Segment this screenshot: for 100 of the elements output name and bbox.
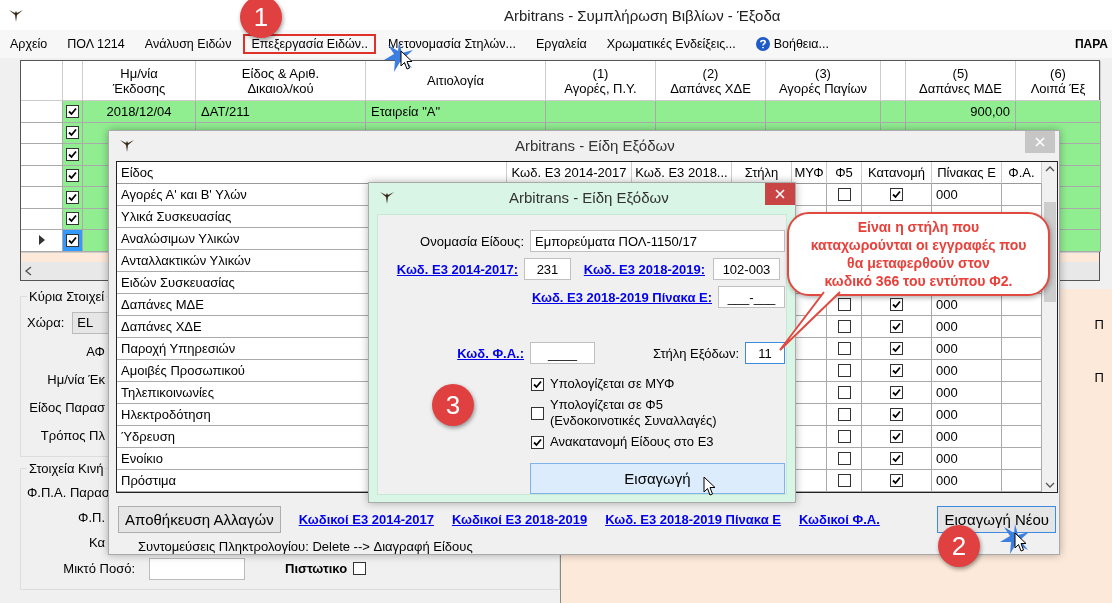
text-field[interactable]: 11 [745,342,785,364]
table-cell: 000 [932,404,1002,426]
menu-item[interactable]: ΠΟΛ 1214 [59,34,133,54]
checkbox[interactable] [531,377,544,391]
checkbox[interactable] [66,233,79,247]
checkbox[interactable] [890,386,903,399]
column-header[interactable]: Φ5 [827,162,862,184]
column-header[interactable]: Κατανομή [862,162,932,184]
help-icon [755,37,770,51]
field-label: Πιστωτικο [285,561,348,576]
insert-button[interactable]: Εισαγωγή [530,463,785,494]
table-cell: 000 [932,184,1002,206]
checkbox[interactable] [353,562,367,575]
checkbox[interactable] [531,406,544,420]
field-label: Είδος Παρασ [28,400,106,415]
row-pointer-icon [38,235,45,246]
checkbox[interactable] [66,147,79,161]
table-cell: 000 [932,448,1002,470]
checkbox[interactable] [890,430,903,443]
menu-item[interactable]: Επεξεργασία Ειδών.. [243,34,376,54]
link[interactable]: Κωδικοί Ε3 2018-2019 [451,511,588,527]
menu-item[interactable]: Βοήθεια... [747,34,837,54]
field-label: Μικτό Ποσό: [62,561,136,576]
menu-item[interactable]: Χρωματικές Ενδείξεις... [598,34,744,54]
checkbox[interactable] [837,474,851,487]
table-cell: 900,00 [906,101,1016,123]
text-field[interactable]: Εμπορεύματα ΠΟΛ-1150/17 [530,230,785,252]
field-label: ΑΦ [85,344,106,359]
table-cell: ΔΑΤ/211 [196,101,366,123]
table-cell: 000 [932,360,1002,382]
checkbox-label: Υπολογίζεται σε Φ5 (Ενδοκοινοτικές Συναλλαγές) [550,397,717,429]
window-title: Arbitrans - Είδη Εξόδων [509,188,669,206]
checkbox-label: Υπολογίζεται σε ΜΥΦ [550,376,675,392]
checkbox[interactable] [837,452,851,465]
text-field[interactable]: ____ [530,342,595,364]
window-title: Arbitrans - Συμπλήρωση Βιβλίων - Έξοδα [504,6,781,24]
table-cell: 2018/12/04 [83,101,196,123]
checkbox[interactable] [837,188,851,201]
field-label: Φ.Π. [77,509,106,525]
menu-item[interactable]: ΠΑΡΑ [1074,37,1112,51]
field-label: Π [1094,369,1104,385]
checkbox[interactable] [837,430,851,443]
checkbox[interactable] [890,342,903,355]
text-field[interactable]: 231 [524,258,571,280]
text-field[interactable]: 102-003 [713,258,780,280]
link[interactable]: Κωδικοί Φ.Α. [798,511,880,527]
checkbox[interactable] [890,364,903,377]
text-field[interactable]: ___-___ [718,286,785,308]
checkbox[interactable] [890,452,903,465]
cursor-icon [1014,532,1028,552]
column-header[interactable]: Πίνακας Ε [932,162,1002,184]
table-cell: Εταιρεία "Α" [366,101,546,123]
link[interactable]: Κωδ. Ε3 2018-2019 Πίνακα Ε [605,511,781,527]
close-icon [1035,137,1045,147]
row-header[interactable] [21,230,63,252]
close-icon [775,189,785,199]
table-cell: 000 [932,382,1002,404]
checkbox[interactable] [66,104,79,118]
group-title: Στοιχεία Κινή [28,460,105,476]
group-title: Κύρια Στοιχεί [28,288,106,304]
menu-item[interactable]: Εργαλεία [527,34,595,54]
cursor-icon [703,476,717,496]
field-label: Χώρα: [27,315,65,330]
checkbox[interactable] [890,474,903,487]
menu-item[interactable]: Ανάλυση Ειδών [136,34,240,54]
checkbox[interactable] [66,190,79,204]
checkbox[interactable] [837,298,851,311]
field-label: Τρόπος Πλ [39,428,106,443]
checkbox[interactable] [837,386,851,399]
checkbox[interactable] [837,364,851,377]
table-cell: 000 [932,426,1002,448]
menu-item[interactable]: Μετονομασία Στηλών... [379,34,524,54]
checkbox[interactable] [837,320,851,333]
add-new-button[interactable]: Εισαγωγή Νέου [937,505,1056,533]
checkbox[interactable] [531,435,544,449]
checkbox[interactable] [837,408,851,421]
field-label: Φ.Π.Α. Παρασ [27,484,109,500]
field-label: Π [1094,316,1104,332]
table-cell: 000 [932,338,1002,360]
field-label: Ημ/νία Έκ [46,372,106,387]
window-title: Arbitrans - Είδη Εξόδων [515,136,675,154]
checkbox[interactable] [837,342,851,355]
table-cell: 000 [932,316,1002,338]
table-cell [881,101,906,123]
link[interactable]: Κωδ. Ε3 2018-2019: [571,261,711,277]
field-label: Στήλη Εξόδων: [652,345,740,361]
menu-item[interactable]: Αρχείο [2,34,56,54]
checkbox-label: Ανακατανομή Είδους στο Ε3 [550,434,714,450]
scrollbar[interactable] [1042,162,1057,492]
link[interactable]: Κωδικοί Ε3 2014-2017 [298,511,434,527]
input-field[interactable] [149,557,245,580]
save-button[interactable]: Αποθήκευση Αλλαγών [118,505,281,533]
checkbox[interactable] [890,320,903,333]
shortcuts-text: Συντομεύσεις Πληκτρολογίου: Delete --> Διαγραφή Είδους [138,539,473,554]
table-cell: 000 [932,470,1002,492]
close-button[interactable] [765,183,795,205]
checkbox[interactable] [890,298,903,311]
checkbox[interactable] [890,188,903,201]
checkbox[interactable] [890,408,903,421]
field-label: Κα [87,534,106,550]
